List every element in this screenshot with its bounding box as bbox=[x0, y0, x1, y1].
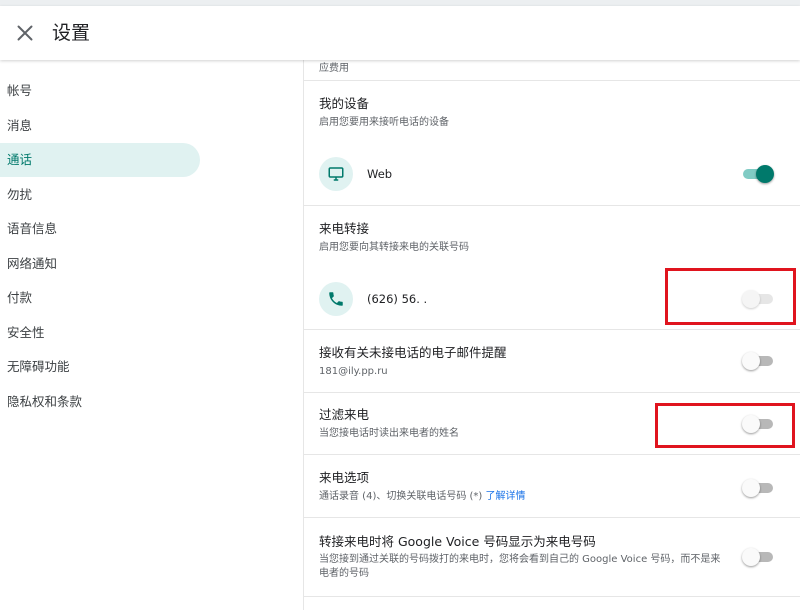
forwarding-number-label: (626) 56. . bbox=[367, 292, 428, 306]
my-devices-section: 我的设备 启用您要用来接听电话的设备 Web bbox=[304, 81, 800, 206]
missed-call-email-title: 接收有关未接电话的电子邮件提醒 bbox=[319, 345, 507, 360]
header-bar: 设置 bbox=[0, 6, 800, 60]
show-gv-number-title: 转接来电时将 Google Voice 号码显示为来电号码 bbox=[319, 534, 596, 549]
monitor-icon bbox=[328, 167, 344, 181]
my-devices-subtitle: 启用您要用来接听电话的设备 bbox=[319, 117, 449, 128]
sidebar-item-security[interactable]: 安全性 bbox=[0, 316, 200, 350]
close-icon bbox=[17, 25, 33, 41]
call-options-toggle[interactable] bbox=[742, 479, 774, 497]
toggle-knob bbox=[742, 479, 760, 497]
call-options-subtitle: 通话录音 (4)、切换关联电话号码 (*) 了解详情 bbox=[319, 490, 526, 504]
sidebar-item-do-not-disturb[interactable]: 勿扰 bbox=[0, 178, 200, 212]
toggle-knob bbox=[742, 548, 760, 566]
sidebar-item-accessibility[interactable]: 无障碍功能 bbox=[0, 350, 200, 384]
phone-icon bbox=[329, 292, 343, 306]
sidebar-item-account[interactable]: 帐号 bbox=[0, 74, 200, 108]
highlight-box-forwarding-toggle bbox=[665, 268, 796, 325]
learn-more-link[interactable]: 了解详情 bbox=[486, 491, 526, 502]
missed-call-email-section: 接收有关未接电话的电子邮件提醒 181@ily.pp.ru bbox=[304, 330, 800, 393]
sidebar-item-web-notifications[interactable]: 网络通知 bbox=[0, 247, 200, 281]
toggle-knob bbox=[742, 352, 760, 370]
highlight-box-screen-calls-toggle bbox=[655, 403, 795, 448]
show-gv-number-subtitle-line1: 当您接到通过关联的号码拨打的来电时，您将会看到自己的 Google Voice … bbox=[319, 554, 721, 565]
sidebar-item-voicemail[interactable]: 语音信息 bbox=[0, 212, 200, 246]
call-options-subtitle-text: 通话录音 (4)、切换关联电话号码 (*) bbox=[319, 491, 486, 502]
page-title: 设置 bbox=[52, 22, 91, 44]
missed-call-email-address: 181@ily.pp.ru bbox=[319, 366, 388, 377]
show-gv-number-subtitle-line2: 电者的号码 bbox=[319, 568, 369, 579]
sidebar-item-messages[interactable]: 消息 bbox=[0, 109, 200, 143]
partial-row-text: 应费用 bbox=[319, 63, 349, 74]
sidebar: 帐号 消息 通话 勿扰 语音信息 网络通知 付款 安全性 无障碍功能 隐私权和条… bbox=[0, 60, 300, 610]
web-device-toggle[interactable] bbox=[742, 165, 774, 183]
close-button[interactable] bbox=[12, 20, 38, 46]
settings-content: 应费用 我的设备 启用您要用来接听电话的设备 Web 来电转接 启用您要向其转接… bbox=[303, 60, 800, 610]
call-forwarding-subtitle: 启用您要向其转接来电的关联号码 bbox=[319, 242, 469, 253]
call-options-title: 来电选项 bbox=[319, 470, 370, 485]
call-options-section: 来电选项 通话录音 (4)、切换关联电话号码 (*) 了解详情 bbox=[304, 455, 800, 518]
screen-calls-title: 过滤来电 bbox=[319, 407, 370, 422]
device-label-web: Web bbox=[367, 167, 393, 181]
sidebar-item-privacy-terms[interactable]: 隐私权和条款 bbox=[0, 385, 200, 419]
sidebar-item-payments[interactable]: 付款 bbox=[0, 281, 200, 315]
partial-row: 应费用 bbox=[304, 60, 800, 81]
call-forwarding-title: 来电转接 bbox=[319, 221, 370, 236]
device-icon-circle bbox=[319, 157, 353, 191]
toggle-knob bbox=[756, 165, 774, 183]
show-gv-number-toggle[interactable] bbox=[742, 548, 774, 566]
screen-calls-subtitle: 当您接电话时读出来电者的姓名 bbox=[319, 428, 459, 439]
show-gv-number-section: 转接来电时将 Google Voice 号码显示为来电号码 当您接到通过关联的号… bbox=[304, 518, 800, 597]
missed-call-email-toggle[interactable] bbox=[742, 352, 774, 370]
my-devices-title: 我的设备 bbox=[319, 96, 370, 111]
phone-icon-circle bbox=[319, 282, 353, 316]
sidebar-item-calls[interactable]: 通话 bbox=[0, 143, 200, 177]
